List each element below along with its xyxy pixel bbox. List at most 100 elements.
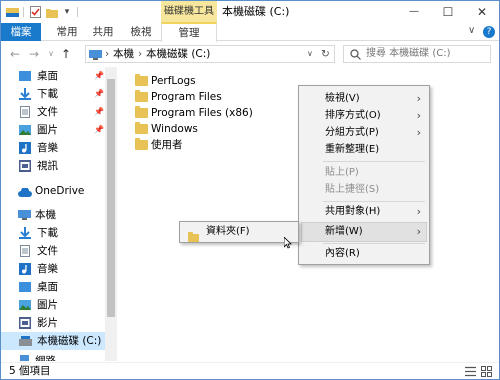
document-icon [20, 245, 30, 260]
cloud-icon [18, 187, 32, 200]
address-bar[interactable]: › 本機 › 本機磁碟 (C:) ∨ ↻ [85, 45, 335, 63]
explorer-app-icon[interactable] [5, 4, 19, 20]
qa-divider [23, 7, 24, 17]
context-menu: 檢視(V) › 排序方式(O) › 分組方式(P) › 重新整理(E) 貼上(P… [298, 85, 430, 265]
sidebar-item-label: 音樂 [37, 263, 58, 275]
sidebar-item-pictures[interactable]: 圖片 📌 [1, 121, 117, 139]
sidebar-item-label: 文件 [37, 245, 58, 257]
back-button[interactable]: ← [8, 46, 22, 62]
new-folder-qa-icon[interactable] [45, 4, 59, 20]
list-item[interactable]: Program Files (x86) [135, 105, 253, 121]
sidebar-item-label: 下載 [37, 227, 58, 239]
chevron-right-icon: › [416, 205, 421, 218]
title-bar: ▾ 磁碟機工具 本機磁碟 (C:) — ☐ ✕ [1, 1, 499, 23]
status-bar: 5 個項目 [1, 362, 499, 379]
sidebar-item-label: 桌面 [37, 70, 58, 82]
tab-manage[interactable]: 管理 [161, 22, 217, 42]
expand-ribbon-icon[interactable]: ∨ [468, 25, 475, 36]
folder-icon [135, 138, 148, 150]
sidebar-item-label: 影片 [37, 317, 58, 329]
sidebar-item-network[interactable]: 網路 [1, 352, 117, 361]
sidebar-item-pc-videos[interactable]: 影片 [1, 314, 117, 332]
sidebar-item-label: 本機 [35, 209, 56, 221]
sidebar-scroll-thumb[interactable] [107, 79, 115, 317]
sidebar-item-label: 網路 [35, 355, 56, 361]
menu-item-share-with[interactable]: 共用對象(H) › [301, 202, 427, 222]
menu-item-properties[interactable]: 內容(R) [301, 244, 427, 264]
pin-icon: 📌 [94, 125, 104, 134]
breadcrumb-local-disk[interactable]: 本機磁碟 (C:) [146, 46, 210, 62]
menu-item-new-folder[interactable]: 資料夾(F) [182, 222, 296, 242]
tab-home[interactable]: 常用 [49, 23, 85, 41]
breadcrumb-thispc[interactable]: 本機 [113, 46, 134, 62]
tab-share[interactable]: 共用 [85, 23, 121, 41]
sidebar-item-pc-music[interactable]: 音樂 [1, 260, 117, 278]
item-count: 5 個項目 [9, 365, 51, 377]
new-submenu: 資料夾(F) [179, 221, 299, 243]
sidebar-item-label: 桌面 [37, 281, 58, 293]
sidebar-item-thispc[interactable]: 本機 [1, 206, 117, 224]
qa-divider-2 [77, 7, 78, 17]
file-name: Windows [151, 123, 198, 135]
sidebar-item-pc-documents[interactable]: 文件 [1, 242, 117, 260]
menu-item-label: 新增(W) [325, 226, 363, 237]
properties-icon[interactable] [28, 4, 42, 20]
network-icon [18, 355, 31, 361]
folder-icon [135, 74, 148, 86]
sidebar-item-music[interactable]: 音樂 [1, 139, 117, 157]
breadcrumb-separator: › [105, 48, 110, 60]
maximize-button[interactable]: ☐ [431, 1, 465, 23]
sidebar-item-label: 下載 [37, 88, 58, 100]
document-icon [20, 106, 30, 121]
sidebar-item-local-disk[interactable]: 本機磁碟 (C:) [1, 332, 117, 350]
minimize-button[interactable]: — [397, 1, 431, 23]
chevron-right-icon: › [416, 225, 421, 238]
sidebar-scrollbar[interactable] [105, 67, 117, 361]
list-item[interactable]: Program Files [135, 89, 222, 105]
menu-item-refresh[interactable]: 重新整理(E) [301, 140, 427, 160]
navigation-bar: ← → ∨ ↑ › 本機 › 本機磁碟 (C:) ∨ ↻ 搜尋 本機磁碟 (C:… [1, 42, 499, 66]
sidebar-item-videos[interactable]: 視訊 [1, 157, 117, 175]
desktop-icon [19, 282, 31, 295]
address-dropdown-icon[interactable]: ∨ [307, 46, 313, 62]
sidebar-item-pc-pictures[interactable]: 圖片 [1, 296, 117, 314]
menu-item-paste-shortcut: 貼上捷徑(S) [301, 180, 427, 200]
music-icon [19, 142, 31, 157]
tab-file[interactable]: 檔案 [1, 23, 41, 41]
large-icons-view-icon[interactable] [481, 366, 492, 379]
list-item[interactable]: Windows [135, 121, 198, 137]
up-button[interactable]: ↑ [59, 46, 73, 62]
sidebar-item-desktop[interactable]: 桌面 📌 [1, 67, 117, 85]
help-icon[interactable]: ? [483, 26, 495, 38]
details-view-icon[interactable] [465, 366, 476, 379]
menu-item-new[interactable]: 新增(W) › [301, 222, 427, 242]
pin-icon: 📌 [94, 107, 104, 116]
refresh-icon[interactable]: ↻ [321, 46, 330, 62]
menu-item-label: 資料夾(F) [206, 226, 250, 237]
tab-view[interactable]: 檢視 [121, 23, 161, 41]
sidebar-item-pc-desktop[interactable]: 桌面 [1, 278, 117, 296]
search-input[interactable]: 搜尋 本機磁碟 (C:) [343, 45, 491, 63]
customize-qa-icon[interactable]: ▾ [61, 4, 73, 20]
sidebar-item-pc-downloads[interactable]: 下載 [1, 224, 117, 242]
list-item[interactable]: PerfLogs [135, 73, 196, 89]
drive-icon [19, 336, 32, 349]
sidebar-item-onedrive[interactable]: OneDrive [1, 182, 117, 200]
folder-icon [135, 106, 148, 118]
close-button[interactable]: ✕ [465, 1, 499, 23]
list-item[interactable]: 使用者 [135, 137, 183, 153]
sidebar-item-downloads[interactable]: 下載 📌 [1, 85, 117, 103]
picture-icon [19, 300, 31, 313]
search-placeholder: 搜尋 本機磁碟 (C:) [366, 48, 451, 59]
download-icon [19, 227, 31, 242]
file-name: PerfLogs [151, 75, 196, 87]
sidebar-item-documents[interactable]: 文件 📌 [1, 103, 117, 121]
picture-icon [19, 125, 31, 138]
sidebar-item-label: 文件 [37, 106, 58, 118]
mouse-cursor-icon [283, 236, 292, 252]
explorer-window: ▾ 磁碟機工具 本機磁碟 (C:) — ☐ ✕ 檔案 常用 共用 檢視 管理 ∨… [0, 0, 500, 380]
forward-button[interactable]: → [27, 46, 41, 62]
menu-item-label: 貼上捷徑(S) [325, 184, 380, 195]
recent-locations-button[interactable]: ∨ [44, 46, 58, 62]
computer-icon [89, 49, 102, 65]
